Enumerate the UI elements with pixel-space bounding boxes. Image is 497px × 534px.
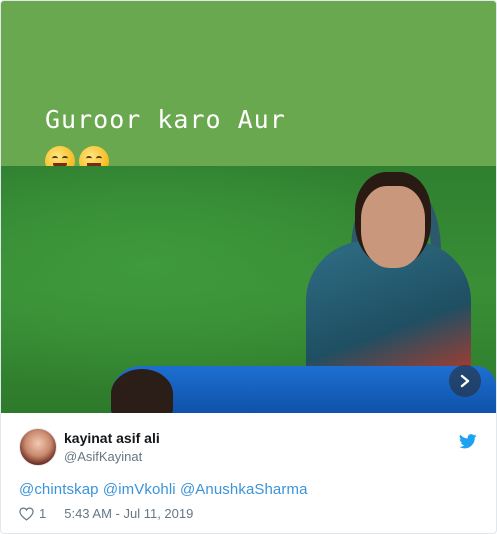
like-count[interactable]: 1 bbox=[39, 506, 46, 521]
photo-player-head bbox=[111, 369, 173, 413]
next-media-button[interactable] bbox=[449, 365, 481, 397]
tweet-timestamp[interactable]: 5:43 AM - Jul 11, 2019 bbox=[64, 506, 193, 521]
tweet-text: @chintskap @imVkohli @AnushkaSharma bbox=[19, 481, 308, 498]
media-caption: Guroor karo Aur bbox=[45, 105, 286, 134]
tweet-media[interactable]: Guroor karo Aur bbox=[1, 1, 496, 413]
author-name[interactable]: kayinat asif ali bbox=[64, 430, 160, 446]
author-handle[interactable]: @AsifKayinat bbox=[64, 449, 142, 464]
tweet-card[interactable]: Guroor karo Aur kayinat asif ali @AsifKa… bbox=[0, 0, 497, 534]
photo-woman-head bbox=[361, 186, 425, 268]
mention-link[interactable]: @chintskap bbox=[19, 481, 99, 498]
tweet-author[interactable]: kayinat asif ali @AsifKayinat bbox=[19, 426, 479, 466]
mention-link[interactable]: @imVkohli bbox=[103, 481, 176, 498]
twitter-bird-icon[interactable] bbox=[459, 434, 477, 449]
mention-link[interactable]: @AnushkaSharma bbox=[180, 481, 308, 498]
chevron-right-icon bbox=[460, 374, 470, 388]
tweet-footer: 1 5:43 AM - Jul 11, 2019 bbox=[19, 506, 193, 521]
media-green-banner bbox=[1, 1, 496, 166]
avatar[interactable] bbox=[19, 428, 57, 466]
heart-icon[interactable] bbox=[19, 506, 34, 521]
